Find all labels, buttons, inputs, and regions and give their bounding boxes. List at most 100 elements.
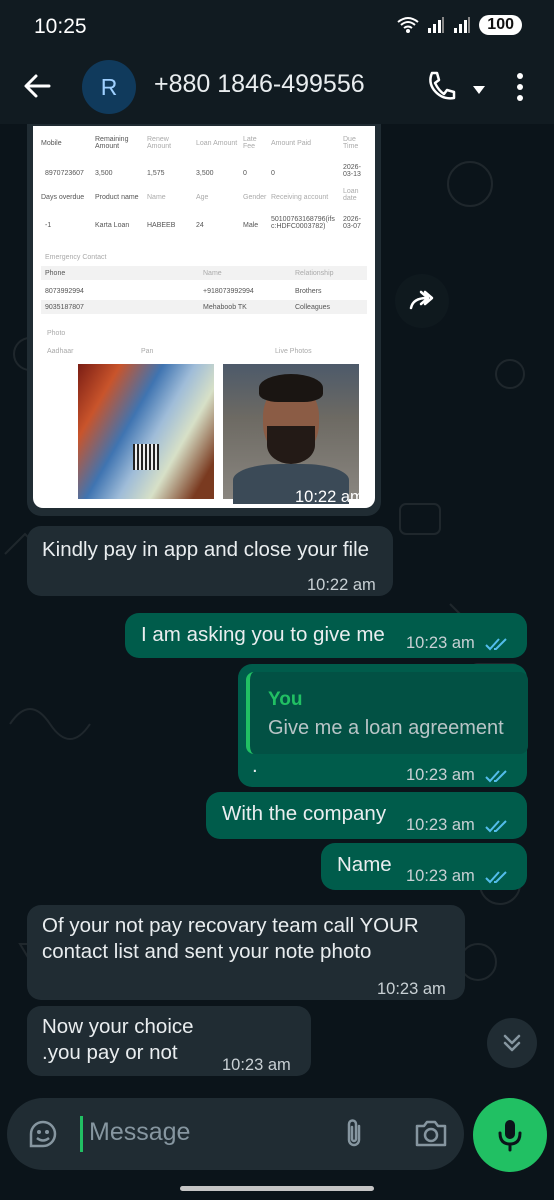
doc-cell: Mobile (41, 140, 62, 147)
message-text-line-1: Of your not pay recovary team call YOUR (42, 914, 419, 937)
double-chevron-down-icon (503, 1034, 521, 1052)
incoming-message[interactable]: Now your choice .you pay or not 10:23 am (27, 1006, 311, 1076)
doc-cell: 1,575 (147, 170, 165, 177)
doc-cell: Loan Amount (196, 140, 238, 147)
signal-icon-2 (454, 17, 471, 33)
camera-icon (415, 1120, 447, 1147)
camera-button[interactable] (414, 1118, 448, 1153)
message-text-line-2: contact list and sent your note photo (42, 940, 372, 963)
call-options-dropdown[interactable] (472, 82, 486, 100)
doc-cell: 0 (243, 170, 247, 177)
chat-area[interactable]: Mobile Remaining Amount Renew Amount Loa… (0, 124, 554, 1100)
message-time: 10:23 am (406, 816, 475, 834)
home-gesture-pill[interactable] (180, 1186, 374, 1191)
doc-cell: Male (243, 222, 259, 229)
doc-cell: 8073992994 (45, 288, 84, 295)
doc-cell: Renew Amount (147, 136, 172, 150)
caret-down-icon (473, 86, 485, 94)
id-card-photo (78, 364, 214, 499)
forward-icon (409, 290, 434, 310)
doc-cell: Aadhaar (47, 348, 74, 355)
system-icons: 100 (397, 15, 522, 35)
outgoing-message[interactable]: With the company 10:23 am (206, 792, 527, 839)
doc-cell: Phone (45, 270, 66, 277)
avatar[interactable]: R (82, 60, 136, 114)
microphone-icon (498, 1120, 522, 1152)
message-time: 10:23 am (406, 867, 475, 885)
doc-cell: 3,500 (196, 170, 214, 177)
message-text: I am asking you to give me (141, 623, 385, 646)
sticker-icon (29, 1120, 57, 1148)
message-meta: 10:23 am (406, 762, 511, 788)
doc-cell: Karta Loan (95, 222, 130, 229)
message-composer: Message (7, 1098, 464, 1170)
message-meta: 10:23 am (406, 863, 511, 889)
forward-button[interactable] (395, 274, 449, 328)
doc-cell: Relationship (295, 270, 334, 277)
arrow-back-icon (24, 74, 51, 98)
doc-cell: -1 (45, 222, 52, 229)
outgoing-reply-message[interactable]: You Give me a loan agreement . 10:23 am (238, 664, 528, 788)
doc-cell: Receiving account (271, 194, 329, 201)
wifi-icon (397, 17, 419, 33)
message-text-line-1: Now your choice (42, 1015, 194, 1038)
image-message[interactable]: Mobile Remaining Amount Renew Amount Loa… (27, 124, 381, 516)
doc-cell: Remaining Amount (95, 136, 129, 150)
doc-cell: 9035187807 (45, 304, 84, 311)
live-selfie-photo (223, 364, 359, 504)
quoted-author: You (268, 689, 303, 710)
doc-cell: 3,500 (95, 170, 113, 177)
doc-cell: Name (203, 270, 222, 277)
doc-cell: 0 (271, 170, 275, 177)
attach-button[interactable] (341, 1118, 367, 1155)
doc-cell: Mehaboob TK (203, 304, 247, 311)
scroll-to-bottom-button[interactable] (487, 1018, 537, 1068)
more-options-button[interactable] (515, 72, 525, 107)
message-time: 10:22 am (295, 488, 364, 506)
battery-level: 100 (487, 16, 514, 33)
text-cursor (80, 1116, 83, 1152)
quoted-message[interactable]: You Give me a loan agreement (246, 672, 528, 754)
voice-call-button[interactable] (426, 70, 456, 107)
read-receipt-icon (485, 769, 508, 783)
doc-cell: Age (196, 194, 209, 201)
message-meta: 10:23 am (406, 630, 511, 656)
back-button[interactable] (22, 71, 52, 106)
avatar-letter: R (100, 73, 118, 100)
message-text: With the company (222, 802, 387, 825)
read-receipt-icon (485, 870, 508, 884)
message-text: Name (337, 853, 392, 876)
battery-indicator: 100 (479, 15, 522, 35)
doc-cell: Loan date (343, 188, 359, 202)
doc-cell: 2026-03-13 (343, 164, 361, 178)
doc-cell: 50100763168796(ifsc:HDFC0003782) (271, 216, 335, 230)
doc-cell: Amount Paid (271, 140, 312, 147)
message-text-line-2: .you pay or not (42, 1041, 178, 1064)
message-time: 10:23 am (377, 980, 446, 998)
incoming-message[interactable]: Kindly pay in app and close your file 10… (27, 526, 393, 596)
qr-code (133, 444, 159, 470)
doc-cell: Live Photos (275, 348, 312, 355)
doc-cell: 8970723607 (45, 170, 84, 177)
photo-hair (259, 374, 323, 402)
sticker-button[interactable] (27, 1118, 59, 1155)
photo-title: Photo (47, 330, 66, 337)
doc-cell: +918073992994 (203, 288, 254, 295)
doc-cell: HABEEB (147, 222, 176, 229)
doc-cell: Product name (95, 194, 139, 201)
read-receipt-icon (485, 637, 508, 651)
status-bar: 10:25 100 (0, 0, 554, 52)
doc-cell: Brothers (295, 288, 322, 295)
message-time: 10:23 am (222, 1056, 291, 1074)
incoming-message[interactable]: Of your not pay recovary team call YOUR … (27, 905, 465, 1000)
voice-message-button[interactable] (473, 1098, 547, 1172)
outgoing-message[interactable]: I am asking you to give me 10:23 am (125, 613, 527, 658)
message-input[interactable]: Message (89, 1118, 190, 1147)
paperclip-icon (347, 1119, 361, 1147)
read-receipt-icon (485, 819, 508, 833)
signal-icon (428, 17, 445, 33)
doc-cell: Colleagues (295, 304, 331, 311)
photo-beard (267, 426, 315, 464)
outgoing-message[interactable]: Name 10:23 am (321, 843, 527, 890)
contact-name[interactable]: +880 1846-499556 (154, 70, 365, 99)
